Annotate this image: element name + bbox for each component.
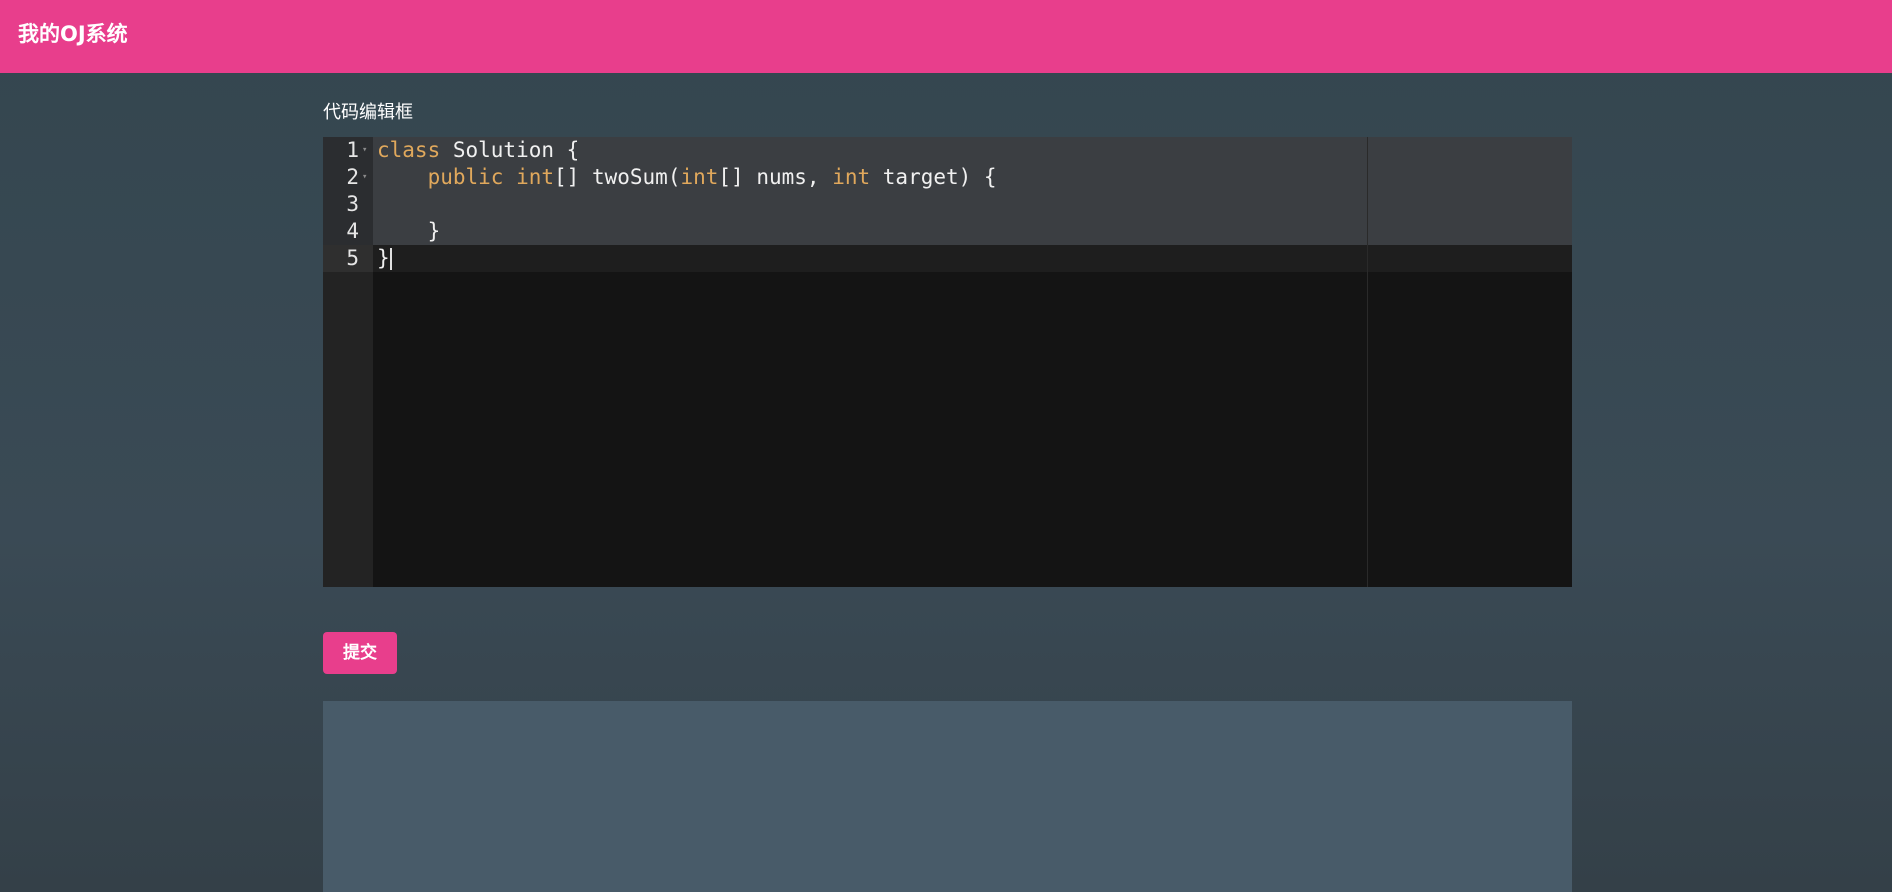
keyword-token: int <box>832 165 871 189</box>
code-line[interactable]: 3 <box>323 191 1572 218</box>
code-line[interactable]: 1 ▾ class Solution { <box>323 137 1572 164</box>
code-token: [] twoSum( <box>554 165 681 189</box>
navbar: 我的OJ系统 <box>0 0 1892 73</box>
line-number: 2 <box>346 165 359 189</box>
submit-button[interactable]: 提交 <box>323 632 397 674</box>
code-token: target) { <box>870 165 997 189</box>
line-number: 5 <box>346 246 359 270</box>
keyword-token: public <box>427 165 504 189</box>
code-line[interactable]: 2 ▾ public int[] twoSum(int[] nums, int t… <box>323 164 1572 191</box>
editor-label: 代码编辑框 <box>323 102 413 123</box>
code-token: } <box>377 219 441 243</box>
code-token: [] nums, <box>718 165 833 189</box>
fold-toggle-icon[interactable]: ▾ <box>362 137 367 164</box>
fold-toggle-icon[interactable]: ▾ <box>362 164 367 191</box>
keyword-token: class <box>377 138 441 162</box>
code-text: class Solution { <box>377 137 579 164</box>
code-line[interactable]: 4 } <box>323 218 1572 245</box>
code-editor[interactable]: 1 ▾ class Solution {2 ▾ public int[] twoSum… <box>323 137 1572 587</box>
result-panel <box>323 701 1572 892</box>
brand-title[interactable]: 我的OJ系统 <box>18 20 128 48</box>
keyword-token: int <box>680 165 719 189</box>
code-text: } <box>377 245 392 272</box>
text-cursor <box>389 248 392 270</box>
line-number: 4 <box>346 219 359 243</box>
keyword-token: int <box>516 165 555 189</box>
code-line[interactable]: 5} <box>323 245 1572 272</box>
code-token: } <box>377 246 390 270</box>
code-token: Solution { <box>440 138 580 162</box>
line-number: 3 <box>346 192 359 216</box>
code-text: public int[] twoSum(int[] nums, int targ… <box>377 164 997 191</box>
line-number: 1 <box>346 138 359 162</box>
code-text: } <box>377 218 441 245</box>
